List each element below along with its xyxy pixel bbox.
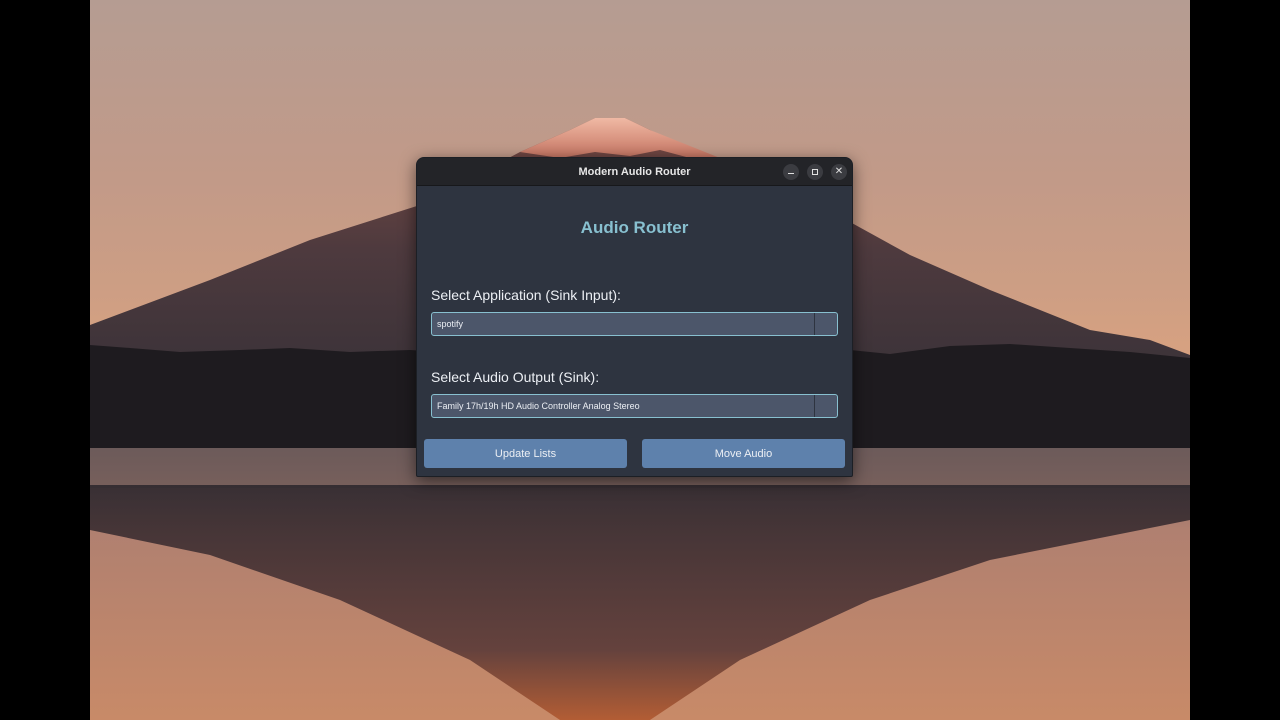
window-title: Modern Audio Router bbox=[578, 165, 691, 178]
minimize-icon bbox=[788, 173, 794, 174]
application-dropdown-value: spotify bbox=[437, 319, 464, 329]
dropdown-arrow-icon[interactable] bbox=[814, 395, 837, 417]
audio-router-window: Modern Audio Router ✕ Audio Router Selec… bbox=[416, 157, 853, 477]
letterbox-left bbox=[0, 0, 90, 720]
minimize-button[interactable] bbox=[783, 164, 799, 180]
application-dropdown[interactable]: spotify bbox=[431, 312, 838, 336]
dropdown-arrow-icon[interactable] bbox=[814, 313, 837, 335]
output-dropdown-value: Family 17h/19h HD Audio Controller Analo… bbox=[437, 401, 640, 411]
maximize-button[interactable] bbox=[807, 164, 823, 180]
update-lists-button[interactable]: Update Lists bbox=[424, 439, 627, 468]
move-audio-button[interactable]: Move Audio bbox=[642, 439, 845, 468]
maximize-icon bbox=[812, 169, 818, 175]
output-label: Select Audio Output (Sink): bbox=[431, 369, 600, 385]
output-dropdown[interactable]: Family 17h/19h HD Audio Controller Analo… bbox=[431, 394, 838, 418]
application-label: Select Application (Sink Input): bbox=[431, 287, 621, 303]
close-icon: ✕ bbox=[834, 166, 844, 177]
window-titlebar[interactable]: Modern Audio Router ✕ bbox=[417, 158, 852, 186]
letterbox-right bbox=[1190, 0, 1280, 720]
app-heading: Audio Router bbox=[580, 218, 689, 237]
close-button[interactable]: ✕ bbox=[831, 164, 847, 180]
